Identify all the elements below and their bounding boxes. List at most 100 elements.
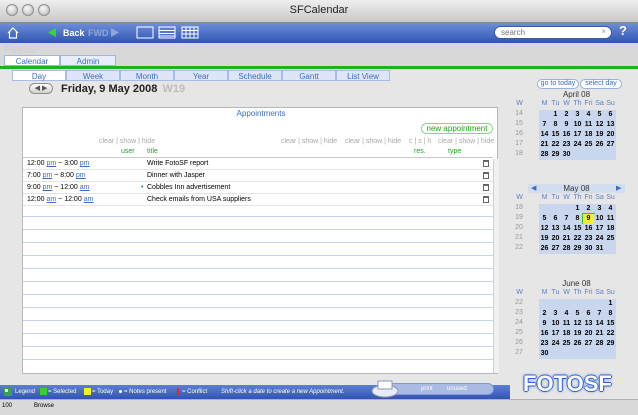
calendar-day[interactable]: 14: [561, 224, 572, 234]
start-ampm[interactable]: pm: [43, 184, 53, 191]
clear-search-icon[interactable]: ×: [601, 27, 606, 36]
calendar-day[interactable]: 3: [594, 204, 605, 214]
calendar-day[interactable]: 1: [605, 299, 616, 309]
calendar-day[interactable]: 19: [594, 130, 605, 140]
calendar-day[interactable]: 10: [594, 214, 605, 224]
week-number[interactable]: 27: [514, 349, 524, 356]
calendar-day[interactable]: 31: [594, 244, 605, 254]
month-title[interactable]: April 08: [528, 90, 625, 99]
column-header-user[interactable]: user: [121, 148, 135, 155]
calendar-day[interactable]: 1: [550, 110, 561, 120]
extra-column-controls[interactable]: clear | show | hide: [345, 138, 401, 145]
calendar-day[interactable]: 29: [550, 150, 561, 160]
appointment-title[interactable]: Dinner with Jasper: [147, 170, 205, 181]
calendar-day[interactable]: 19: [539, 234, 550, 244]
calendar-day[interactable]: 16: [561, 130, 572, 140]
calendar-day[interactable]: 2: [583, 204, 594, 214]
calendar-day[interactable]: 10: [572, 120, 583, 130]
appointment-row[interactable]: 7:00 pm ~ 8:00 pm Dinner with Jasper: [23, 170, 493, 182]
calendar-day[interactable]: 29: [572, 244, 583, 254]
week-number[interactable]: 21: [514, 234, 524, 241]
week-number[interactable]: 19: [514, 214, 524, 221]
calendar-day[interactable]: 8: [572, 214, 583, 224]
appointment-title[interactable]: Cobbles Inn advertisement: [147, 182, 230, 193]
calendar-day[interactable]: 13: [550, 224, 561, 234]
calendar-day[interactable]: 30: [539, 349, 550, 359]
week-number[interactable]: 18: [514, 204, 524, 211]
calendar-day[interactable]: 6: [583, 309, 594, 319]
tab-month[interactable]: Month: [120, 70, 174, 81]
calendar-day[interactable]: 3: [572, 110, 583, 120]
single-view-icon[interactable]: [136, 26, 154, 39]
calendar-day[interactable]: 15: [605, 319, 616, 329]
week-number[interactable]: 22: [514, 244, 524, 251]
tab-admin[interactable]: Admin: [60, 55, 116, 66]
month-title[interactable]: June 08: [528, 279, 625, 288]
calendar-day[interactable]: 23: [583, 234, 594, 244]
title-column-controls[interactable]: clear | show | hide: [281, 138, 337, 145]
column-header-title[interactable]: title: [147, 148, 158, 155]
day-nav-arrows[interactable]: ◀ ▶: [29, 83, 53, 94]
calendar-day[interactable]: 22: [572, 234, 583, 244]
calendar-day[interactable]: 26: [539, 244, 550, 254]
calendar-day[interactable]: 17: [550, 329, 561, 339]
column-header-type[interactable]: type: [448, 148, 461, 155]
end-ampm[interactable]: am: [80, 184, 90, 191]
column-header-res[interactable]: res.: [414, 148, 426, 155]
week-number[interactable]: 17: [514, 140, 524, 147]
calendar-day[interactable]: 25: [561, 339, 572, 349]
calendar-day[interactable]: 23: [561, 140, 572, 150]
calendar-day[interactable]: 20: [583, 329, 594, 339]
calendar-day[interactable]: 13: [583, 319, 594, 329]
search-input[interactable]: [495, 27, 597, 38]
week-number[interactable]: 16: [514, 130, 524, 137]
home-icon[interactable]: [6, 26, 20, 39]
back-arrow-icon[interactable]: [47, 27, 57, 38]
calendar-day[interactable]: 9: [561, 120, 572, 130]
zoom-level[interactable]: 100: [2, 403, 12, 409]
calendar-day[interactable]: 24: [550, 339, 561, 349]
calendar-day[interactable]: 1: [572, 204, 583, 214]
start-ampm[interactable]: am: [46, 196, 56, 203]
start-time[interactable]: 7:00: [27, 172, 41, 179]
calendar-day[interactable]: 2: [539, 309, 550, 319]
forward-arrow-icon[interactable]: [110, 27, 120, 38]
month-title[interactable]: May 08: [528, 184, 625, 193]
week-number[interactable]: 24: [514, 319, 524, 326]
calendar-day[interactable]: 27: [583, 339, 594, 349]
appointment-row[interactable]: 12:00 pm ~ 3:00 pm Write FotoSF report: [23, 158, 493, 170]
calendar-day[interactable]: 13: [605, 120, 616, 130]
calendar-day[interactable]: 11: [583, 120, 594, 130]
tab-gantt[interactable]: Gantt: [282, 70, 336, 81]
calendar-day[interactable]: 20: [605, 130, 616, 140]
calendar-day[interactable]: 14: [594, 319, 605, 329]
calendar-day[interactable]: 5: [539, 214, 550, 224]
grid-view-icon[interactable]: [181, 26, 199, 39]
calendar-day[interactable]: 4: [605, 204, 616, 214]
calendar-day[interactable]: 30: [561, 150, 572, 160]
calendar-day[interactable]: 6: [550, 214, 561, 224]
calendar-day[interactable]: 24: [594, 234, 605, 244]
forward-button[interactable]: FWD: [88, 25, 109, 41]
calendar-day[interactable]: 9: [539, 319, 550, 329]
end-time[interactable]: 12:00: [60, 184, 78, 191]
calendar-day[interactable]: 3: [550, 309, 561, 319]
trash-icon[interactable]: [483, 172, 489, 179]
calendar-day[interactable]: 17: [594, 224, 605, 234]
calendar-day[interactable]: 16: [539, 329, 550, 339]
start-time[interactable]: 12:00: [27, 196, 45, 203]
calendar-day[interactable]: 20: [550, 234, 561, 244]
res-column-controls[interactable]: c | s | h: [409, 138, 431, 145]
calendar-day[interactable]: 21: [561, 234, 572, 244]
tab-year[interactable]: Year: [174, 70, 228, 81]
calendar-day[interactable]: 2: [561, 110, 572, 120]
week-number[interactable]: 20: [514, 224, 524, 231]
calendar-day[interactable]: 11: [561, 319, 572, 329]
week-number[interactable]: 18: [514, 150, 524, 157]
select-day-button[interactable]: select day: [580, 79, 622, 89]
user-column-controls[interactable]: clear | show | hide: [99, 138, 155, 145]
calendar-day[interactable]: 19: [572, 329, 583, 339]
calendar-day[interactable]: 4: [583, 110, 594, 120]
mode-indicator[interactable]: Browse: [34, 403, 54, 409]
appointment-row[interactable]: 9:00 pm ~ 12:00 am • Cobbles Inn advertise…: [23, 182, 493, 194]
